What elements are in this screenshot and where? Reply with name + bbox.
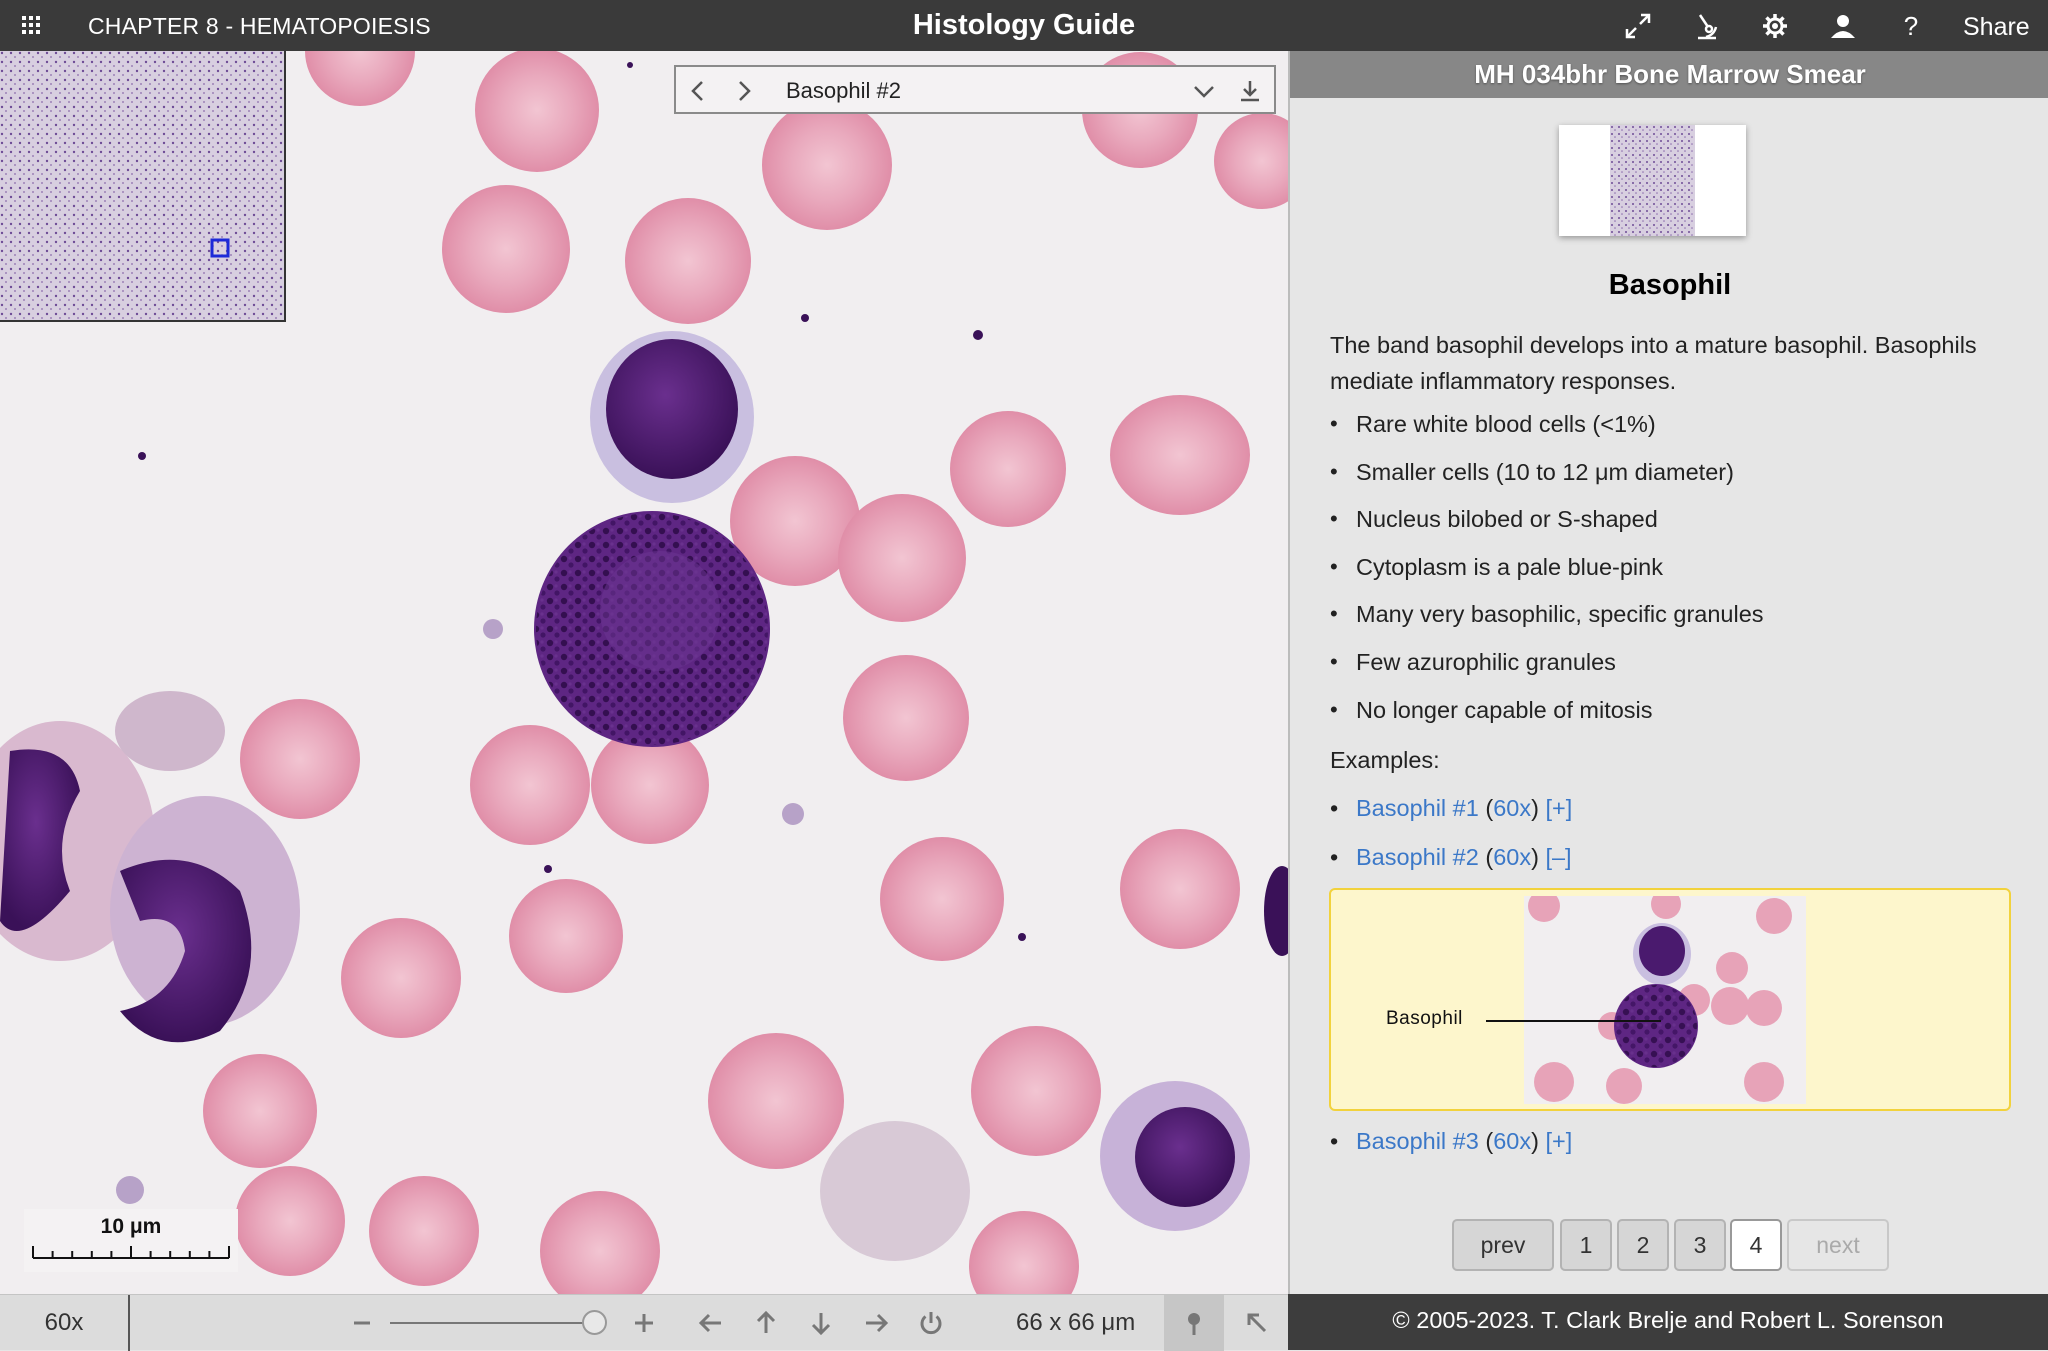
- example-item: • Basophil #3 (60x) [+]: [1330, 1128, 1573, 1154]
- list-item: Smaller cells (10 to 12 μm diameter): [1330, 457, 2030, 505]
- example-image[interactable]: [1524, 896, 1806, 1104]
- example-link[interactable]: Basophil #2: [1356, 844, 1479, 870]
- zoom-slider-handle[interactable]: [582, 1310, 607, 1335]
- examples-label: Examples:: [1330, 747, 1440, 773]
- magnification-readout: 60x: [0, 1295, 130, 1351]
- pin-button[interactable]: [1164, 1295, 1224, 1351]
- example-image-label: Basophil: [1386, 1008, 1463, 1029]
- copyright-footer: © 2005-2023. T. Clark Brelje and Robert …: [1288, 1294, 2048, 1350]
- annotation-select[interactable]: Basophil #2: [786, 78, 901, 104]
- info-panel: MH 034bhr Bone Marrow Smear Basophil The…: [1288, 51, 2048, 1294]
- download-icon[interactable]: [1236, 77, 1264, 105]
- example-preview[interactable]: Basophil: [1329, 888, 2011, 1111]
- label-leader-line: [1486, 1020, 1661, 1022]
- example-item: • Basophil #1 (60x) [+]: [1330, 795, 1573, 821]
- pan-up-icon[interactable]: [752, 1309, 780, 1337]
- list-item: No longer capable of mitosis: [1330, 695, 2030, 743]
- svg-text:?: ?: [1904, 11, 1918, 41]
- apps-grid-icon[interactable]: [20, 14, 42, 36]
- zoom-in-icon[interactable]: [630, 1309, 658, 1337]
- slide-title: MH 034bhr Bone Marrow Smear: [1290, 51, 2048, 98]
- chevron-down-icon[interactable]: [1190, 77, 1218, 105]
- pointer-arrow-icon[interactable]: [1243, 1309, 1271, 1337]
- pan-right-icon[interactable]: [862, 1309, 890, 1337]
- fullscreen-icon[interactable]: [1623, 11, 1653, 41]
- list-item: Cytoplasm is a pale blue-pink: [1330, 552, 2030, 600]
- help-icon[interactable]: ?: [1896, 11, 1926, 41]
- page-1-button[interactable]: 1: [1560, 1219, 1612, 1271]
- slide-thumbnail[interactable]: [1559, 125, 1746, 236]
- example-link[interactable]: Basophil #3: [1356, 1128, 1479, 1154]
- page-4-button[interactable]: 4: [1730, 1219, 1782, 1271]
- gear-icon[interactable]: [1760, 11, 1790, 41]
- example-link[interactable]: Basophil #1: [1356, 795, 1479, 821]
- list-item: Few azurophilic granules: [1330, 647, 2030, 695]
- topic-description: The band basophil develops into a mature…: [1330, 332, 1977, 394]
- magnification-link[interactable]: 60x: [1493, 795, 1531, 821]
- feature-list: Rare white blood cells (<1%) Smaller cel…: [1330, 409, 2030, 742]
- overview-map[interactable]: [0, 51, 286, 322]
- expand-toggle[interactable]: [+]: [1545, 1128, 1572, 1154]
- prev-button[interactable]: prev: [1452, 1219, 1554, 1271]
- chevron-right-icon[interactable]: [730, 77, 758, 105]
- field-dimensions: 66 x 66 μm: [1016, 1309, 1136, 1336]
- top-bar: CHAPTER 8 - HEMATOPOIESIS Histology Guid…: [0, 0, 2048, 51]
- list-item: Many very basophilic, specific granules: [1330, 599, 2030, 647]
- user-icon[interactable]: [1828, 11, 1858, 41]
- scale-bar-label: 10 μm: [100, 1215, 162, 1238]
- magnification-link[interactable]: 60x: [1493, 1128, 1531, 1154]
- list-item: Rare white blood cells (<1%): [1330, 409, 2030, 457]
- slide-viewer[interactable]: Basophil #2 10 μm: [0, 51, 1288, 1294]
- chapter-title[interactable]: CHAPTER 8 - HEMATOPOIESIS: [88, 13, 431, 40]
- page-2-button[interactable]: 2: [1617, 1219, 1669, 1271]
- microscope-icon[interactable]: [1692, 11, 1722, 41]
- pin-icon: [1188, 1313, 1200, 1335]
- list-item: Nucleus bilobed or S-shaped: [1330, 504, 2030, 552]
- pan-down-icon[interactable]: [807, 1309, 835, 1337]
- zoom-out-icon[interactable]: [348, 1309, 376, 1337]
- pan-left-icon[interactable]: [697, 1309, 725, 1337]
- viewer-toolbar: 60x 66 x 66 μm: [0, 1294, 1288, 1351]
- page-3-button[interactable]: 3: [1674, 1219, 1726, 1271]
- scale-bar: 10 μm: [24, 1209, 238, 1272]
- expand-toggle[interactable]: [+]: [1545, 795, 1572, 821]
- app-title: Histology Guide: [912, 9, 1136, 41]
- annotation-navigator: Basophil #2: [674, 65, 1276, 114]
- share-button[interactable]: Share: [1963, 13, 2030, 42]
- example-item: • Basophil #2 (60x) [–]: [1330, 844, 1572, 870]
- next-button[interactable]: next: [1787, 1219, 1889, 1271]
- chevron-left-icon[interactable]: [684, 77, 712, 105]
- zoom-slider-track[interactable]: [390, 1322, 596, 1324]
- reset-view-icon[interactable]: [917, 1309, 945, 1337]
- magnification-link[interactable]: 60x: [1493, 844, 1531, 870]
- topic-title: Basophil: [1608, 269, 1732, 301]
- collapse-toggle[interactable]: [–]: [1545, 844, 1571, 870]
